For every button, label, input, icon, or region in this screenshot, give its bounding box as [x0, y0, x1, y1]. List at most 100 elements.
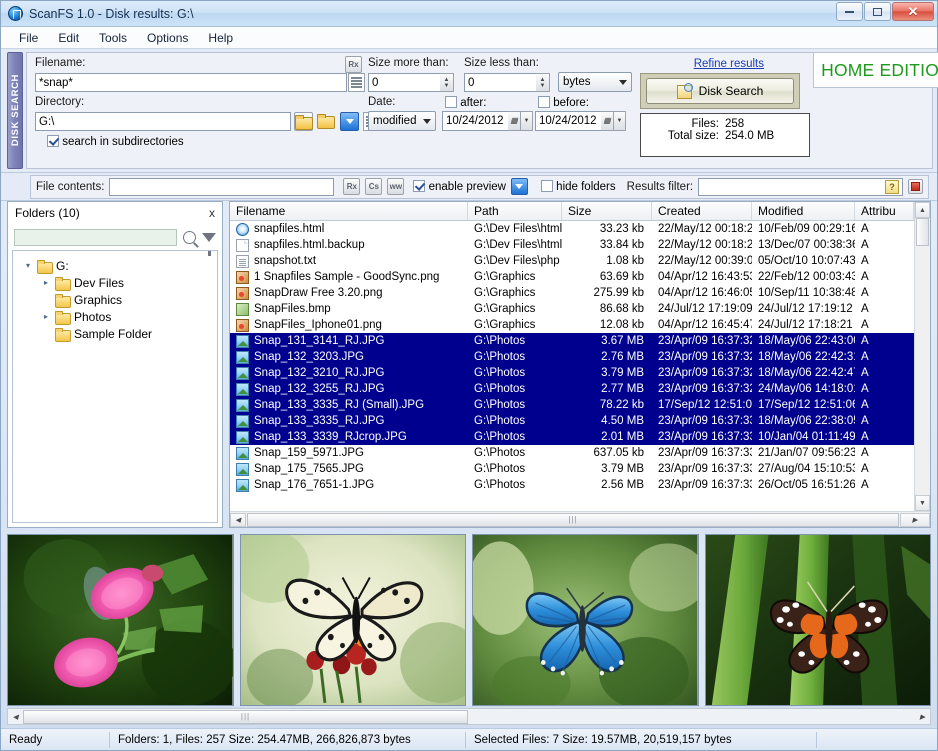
folders-filter-input[interactable] [14, 229, 177, 246]
table-row[interactable]: Snap_131_3141_RJ.JPGG:\Photos3.67 MB23/A… [230, 333, 914, 349]
column-header-size[interactable]: Size [562, 202, 652, 220]
preview-horizontal-scrollbar[interactable]: ◀ ||| ▶ [7, 708, 931, 725]
folders-close-button[interactable]: x [209, 206, 215, 220]
column-header-modified[interactable]: Modified [752, 202, 855, 220]
directory-dropdown-button[interactable] [340, 112, 359, 131]
tree-node-g[interactable]: ▾ G: [19, 257, 217, 274]
date-type-select[interactable]: modified [368, 111, 436, 131]
tree-node-dev-files[interactable]: ▸ Dev Files [19, 274, 217, 291]
chevron-down-icon[interactable]: ▾ [23, 261, 33, 270]
size-more-input[interactable] [368, 73, 440, 92]
size-unit-select[interactable]: bytes [558, 72, 632, 92]
table-row[interactable]: SnapFiles.bmpG:\Graphics86.68 kb24/Jul/1… [230, 301, 914, 317]
preview-scroll-left-button[interactable]: ◀ [8, 710, 23, 723]
disk-search-tab[interactable]: DISK SEARCH [7, 52, 23, 169]
column-header-created[interactable]: Created [652, 202, 752, 220]
after-checkbox[interactable]: after: [445, 96, 486, 109]
scroll-down-button[interactable]: ▼ [915, 495, 930, 511]
table-row[interactable]: Snap_133_3335_RJ (Small).JPGG:\Photos78.… [230, 397, 914, 413]
thumbnail-paper-kite-butterfly[interactable] [240, 534, 467, 706]
scrollbar-thumb[interactable] [916, 218, 929, 246]
column-header-attributes[interactable]: Attribu [855, 202, 914, 220]
clear-results-filter-button[interactable] [908, 179, 923, 194]
column-header-filename[interactable]: Filename [230, 202, 468, 220]
disk-search-button[interactable]: Disk Search [646, 78, 794, 104]
contents-wholeword-button[interactable]: ww [387, 178, 404, 195]
browse-folder-button[interactable] [294, 112, 313, 131]
filename-input[interactable] [35, 73, 347, 92]
file-contents-input[interactable] [109, 178, 334, 196]
folder-icon[interactable] [317, 114, 334, 128]
tree-node-sample-folder[interactable]: Sample Folder [19, 325, 217, 342]
chevron-right-icon[interactable]: ▸ [41, 312, 51, 321]
table-row[interactable]: Snap_133_3335_RJ.JPGG:\Photos4.50 MB23/A… [230, 413, 914, 429]
magnifier-icon[interactable] [183, 231, 196, 244]
contents-case-button[interactable]: Cs [365, 178, 382, 195]
preview-options-button[interactable] [511, 178, 528, 195]
table-row[interactable]: Snap_159_5971.JPGG:\Photos637.05 kb23/Ap… [230, 445, 914, 461]
contents-regex-button[interactable]: Rx [343, 178, 360, 195]
before-date-calendar-icon[interactable]: ▦ [601, 111, 614, 131]
after-date-input[interactable] [442, 111, 508, 131]
table-row[interactable]: Snap_175_7565.JPGG:\Photos3.79 MB23/Apr/… [230, 461, 914, 477]
size-less-stepper[interactable]: ▲▼ [536, 73, 550, 92]
thumbnail-pink-mimosa-flowers[interactable] [7, 534, 234, 706]
table-row[interactable]: snapfiles.html.backupG:\Dev Files\html33… [230, 237, 914, 253]
cell-attributes: A [855, 221, 914, 237]
menu-tools[interactable]: Tools [89, 29, 137, 47]
table-row[interactable]: SnapDraw Free 3.20.pngG:\Graphics275.99 … [230, 285, 914, 301]
cell-path: G:\Dev Files\php [468, 253, 562, 269]
minimize-button[interactable] [836, 2, 863, 21]
menu-edit[interactable]: Edit [48, 29, 89, 47]
refine-results-link[interactable]: Refine results [694, 58, 764, 70]
scroll-up-button[interactable]: ▲ [915, 202, 930, 218]
thumbnail-blue-morpho-butterfly[interactable] [472, 534, 699, 706]
table-row[interactable]: snapshot.txtG:\Dev Files\php1.08 kb22/Ma… [230, 253, 914, 269]
menu-file[interactable]: File [9, 29, 48, 47]
scrollbar-track[interactable] [915, 246, 930, 495]
filename-regex-button[interactable]: Rx [345, 56, 362, 73]
table-row[interactable]: Snap_133_3339_RJcrop.JPGG:\Photos2.01 MB… [230, 429, 914, 445]
menu-options[interactable]: Options [137, 29, 198, 47]
size-more-stepper[interactable]: ▲▼ [440, 73, 454, 92]
scrollbar-thumb[interactable]: ||| [247, 513, 899, 527]
table-row[interactable]: Snap_132_3210_RJ.JPGG:\Photos3.79 MB23/A… [230, 365, 914, 381]
filename-history-button[interactable] [348, 73, 365, 92]
before-date-dropdown[interactable]: ▼ [614, 111, 626, 131]
results-filter-input[interactable] [698, 178, 903, 196]
before-date-input[interactable] [535, 111, 601, 131]
table-row[interactable]: snapfiles.htmlG:\Dev Files\html33.23 kb2… [230, 221, 914, 237]
after-date-calendar-icon[interactable]: ▦ [508, 111, 521, 131]
hide-folders-checkbox[interactable]: hide folders [541, 180, 616, 193]
maximize-button[interactable] [864, 2, 891, 21]
tree-node-photos[interactable]: ▸ Photos [19, 308, 217, 325]
size-less-input[interactable] [464, 73, 536, 92]
close-button[interactable]: ✕ [892, 2, 934, 21]
column-header-path[interactable]: Path [468, 202, 562, 220]
scroll-left-button[interactable]: ◀ [230, 513, 246, 527]
before-checkbox[interactable]: before: [538, 96, 589, 109]
before-date-picker[interactable]: ▦ ▼ [535, 111, 626, 131]
after-date-picker[interactable]: ▦ ▼ [442, 111, 533, 131]
table-row[interactable]: SnapFiles_Iphone01.pngG:\Graphics12.08 k… [230, 317, 914, 333]
search-subdirectories-checkbox[interactable]: search in subdirectories [47, 135, 184, 148]
table-row[interactable]: 1 Snapfiles Sample - GoodSync.pngG:\Grap… [230, 269, 914, 285]
results-filter-help-button[interactable]: ? [885, 180, 899, 194]
menu-help[interactable]: Help [198, 29, 243, 47]
results-vertical-scrollbar[interactable]: ▲ ▼ [914, 202, 930, 511]
table-row[interactable]: Snap_176_7651-1.JPGG:\Photos2.56 MB23/Ap… [230, 477, 914, 493]
directory-input[interactable] [35, 112, 291, 131]
thumbnail-orange-tiger-butterfly[interactable] [705, 534, 932, 706]
funnel-icon[interactable] [202, 233, 216, 242]
preview-scroll-right-button[interactable]: ▶ [915, 710, 930, 723]
chevron-right-icon[interactable]: ▸ [41, 278, 51, 287]
preview-scrollbar-thumb[interactable]: ||| [23, 710, 468, 724]
enable-preview-checkbox[interactable]: enable preview [413, 180, 506, 193]
results-horizontal-scrollbar[interactable]: ◀ ||| ▶ [230, 511, 930, 527]
table-row[interactable]: Snap_132_3255_RJ.JPGG:\Photos2.77 MB23/A… [230, 381, 914, 397]
stat-total-size: Total size: 254.0 MB [641, 130, 809, 142]
table-row[interactable]: Snap_132_3203.JPGG:\Photos2.76 MB23/Apr/… [230, 349, 914, 365]
after-date-dropdown[interactable]: ▼ [521, 111, 533, 131]
scroll-right-button[interactable]: ▶ [900, 513, 930, 527]
tree-node-graphics[interactable]: Graphics [19, 291, 217, 308]
